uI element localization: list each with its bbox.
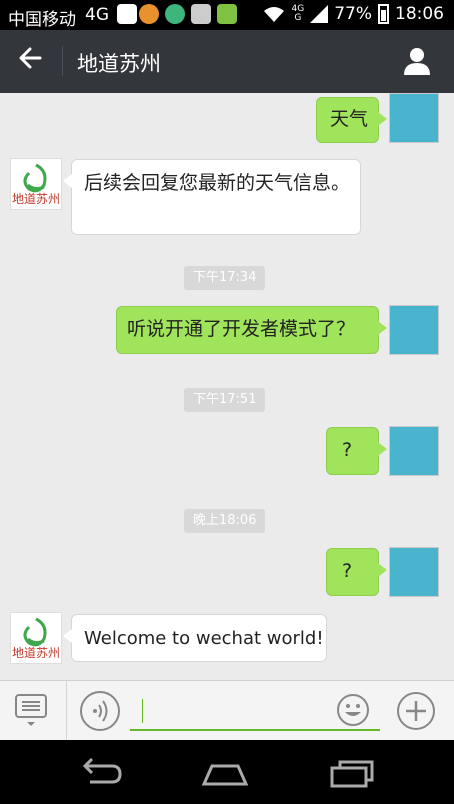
signal-label-bottom: G [294, 13, 302, 23]
home-icon [201, 764, 249, 786]
timestamp: 下午17:34 [184, 266, 266, 290]
person-icon [404, 48, 430, 75]
network-type: 4G [85, 5, 109, 25]
account-avatar[interactable]: 地道苏州 [10, 158, 62, 210]
user-avatar[interactable] [389, 547, 439, 597]
wifi-icon [263, 7, 284, 22]
gallery-icon [191, 4, 211, 24]
message-text: ? [342, 439, 353, 461]
app-bar-divider [62, 46, 63, 76]
emoji-icon [337, 694, 369, 726]
outgoing-message[interactable]: ? [326, 548, 387, 596]
voice-button[interactable] [80, 691, 120, 731]
profile-button[interactable] [402, 46, 432, 76]
incoming-message[interactable]: Welcome to wechat world! [63, 614, 327, 662]
input-separator [66, 681, 67, 741]
outgoing-message[interactable]: 天气 [316, 97, 387, 143]
play-store-icon [217, 4, 237, 24]
account-avatar[interactable]: 地道苏州 [10, 612, 62, 664]
back-button[interactable] [16, 44, 44, 79]
outgoing-message[interactable]: 听说开通了开发者模式了？ [116, 306, 387, 354]
clock: 18:06 [395, 4, 444, 24]
recents-icon [330, 760, 374, 788]
text-cursor [142, 699, 143, 723]
input-bar [0, 680, 454, 741]
battery-icon [378, 4, 389, 24]
logo-text: 地道苏州 [11, 192, 60, 206]
nav-back-button[interactable] [76, 754, 126, 790]
user-avatar[interactable] [389, 93, 439, 143]
timestamp: 下午17:51 [184, 388, 266, 412]
app-bar: 地道苏州 [0, 30, 454, 93]
carrier-name: 中国移动 [8, 10, 76, 30]
plus-icon [397, 692, 435, 730]
chat-title: 地道苏州 [77, 52, 161, 76]
incoming-message[interactable]: 后续会回复您最新的天气信息。 [63, 159, 361, 235]
message-text: Welcome to wechat world! [84, 628, 324, 649]
emoji-button[interactable] [336, 693, 370, 727]
menu-toggle-button[interactable] [14, 693, 48, 727]
nav-home-button[interactable] [200, 754, 250, 790]
chat-app-icon [165, 4, 185, 24]
timestamp: 晚上18:06 [184, 509, 266, 533]
message-text: 听说开通了开发者模式了？ [127, 318, 356, 340]
chat-area[interactable]: 天气 地道苏州 后续会回复您最新的天气信息。 下午17:34 听说开通了开发者模… [0, 93, 454, 680]
user-avatar[interactable] [389, 305, 439, 355]
outgoing-message[interactable]: ? [326, 427, 387, 475]
status-right: 4G G 77% 18:06 [262, 4, 444, 24]
back-icon [82, 757, 122, 784]
status-bar: 中国移动 4G 4G G 77% 18:06 [0, 0, 454, 30]
user-avatar[interactable] [389, 426, 439, 476]
nav-recents-button[interactable] [328, 754, 378, 790]
signal-icon [310, 5, 329, 23]
message-text: ? [342, 560, 353, 582]
battery-percent: 77% [334, 4, 372, 24]
more-actions-button[interactable] [396, 691, 436, 731]
message-text: 天气 [330, 108, 369, 130]
menu-list-icon [15, 694, 47, 726]
message-text: 后续会回复您最新的天气信息。 [84, 172, 351, 194]
system-nav-bar [0, 740, 454, 804]
uc-browser-icon [139, 4, 159, 24]
add-notification-icon [117, 4, 137, 24]
notification-icons [113, 4, 237, 24]
arrow-left-icon [19, 47, 42, 69]
logo-text: 地道苏州 [11, 646, 60, 660]
voice-icon [93, 700, 108, 722]
